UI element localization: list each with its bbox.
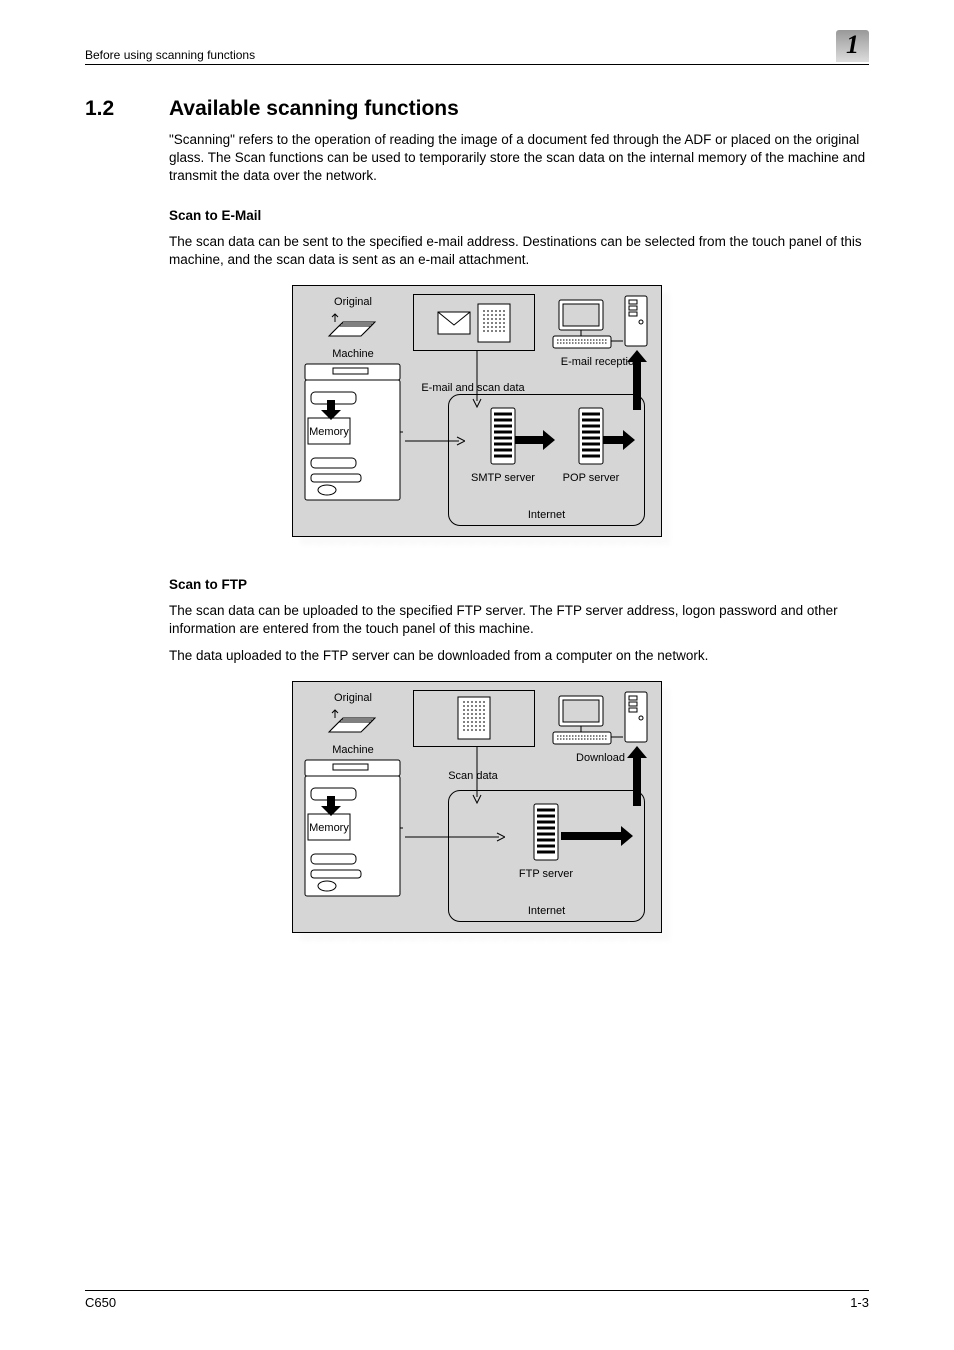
envelope-icon [437,311,471,335]
model-label: C650 [85,1295,116,1310]
page-number: 1-3 [850,1295,869,1310]
internet-label: Internet [449,509,644,521]
scan-data-icon [477,303,511,343]
arrow-down-icon [321,796,341,816]
server-icon [531,802,561,864]
email-data-box [413,294,535,351]
email-heading: Scan to E-Mail [169,208,869,223]
internet-label: Internet [449,905,644,917]
ftp-heading: Scan to FTP [169,577,869,592]
mfp-machine-icon: Memory [303,362,403,507]
section-number: 1.2 [85,97,169,121]
breadcrumb: Before using scanning functions [85,48,255,62]
document-stack-icon [327,708,379,736]
document-stack-icon [327,312,379,340]
memory-label: Memory [309,426,349,438]
section-intro: "Scanning" refers to the operation of re… [169,131,869,186]
client-computer-icon [551,690,651,748]
memory-label: Memory [309,822,349,834]
pop-label: POP server [563,472,620,484]
original-label: Original [334,692,372,704]
scan-data-icon [457,696,491,740]
email-body: The scan data can be sent to the specifi… [169,233,869,269]
mfp-machine-icon: Memory [303,758,403,903]
arrow-right-thin-icon [405,436,465,446]
ftp-body1: The scan data can be uploaded to the spe… [169,602,869,638]
scan-data-box [413,690,535,747]
page-footer: C650 1-3 [85,1290,869,1310]
section-heading: 1.2 Available scanning functions [85,97,869,121]
machine-label: Machine [332,744,374,756]
original-label: Original [334,296,372,308]
client-computer-icon [551,294,651,352]
email-data-caption: E-mail and scan data [413,382,533,394]
email-diagram: Original Machine [85,285,869,537]
ftp-server-label: FTP server [519,868,573,880]
section-title: Available scanning functions [169,97,459,121]
machine-label: Machine [332,348,374,360]
server-icon [576,406,606,468]
download-label: Download [576,752,625,764]
server-icon [488,406,518,468]
arrow-right-thin-icon [405,832,505,842]
arrow-right-thick-icon [603,430,635,450]
ftp-diagram: Original Machine [85,681,869,933]
arrow-down-icon [321,400,341,420]
chapter-badge: 1 [836,30,869,62]
ftp-body2: The data uploaded to the FTP server can … [169,647,869,665]
arrow-right-thick-icon [561,826,633,846]
arrow-right-thick-icon [515,430,555,450]
smtp-label: SMTP server [471,472,535,484]
page-header: Before using scanning functions 1 [85,30,869,65]
